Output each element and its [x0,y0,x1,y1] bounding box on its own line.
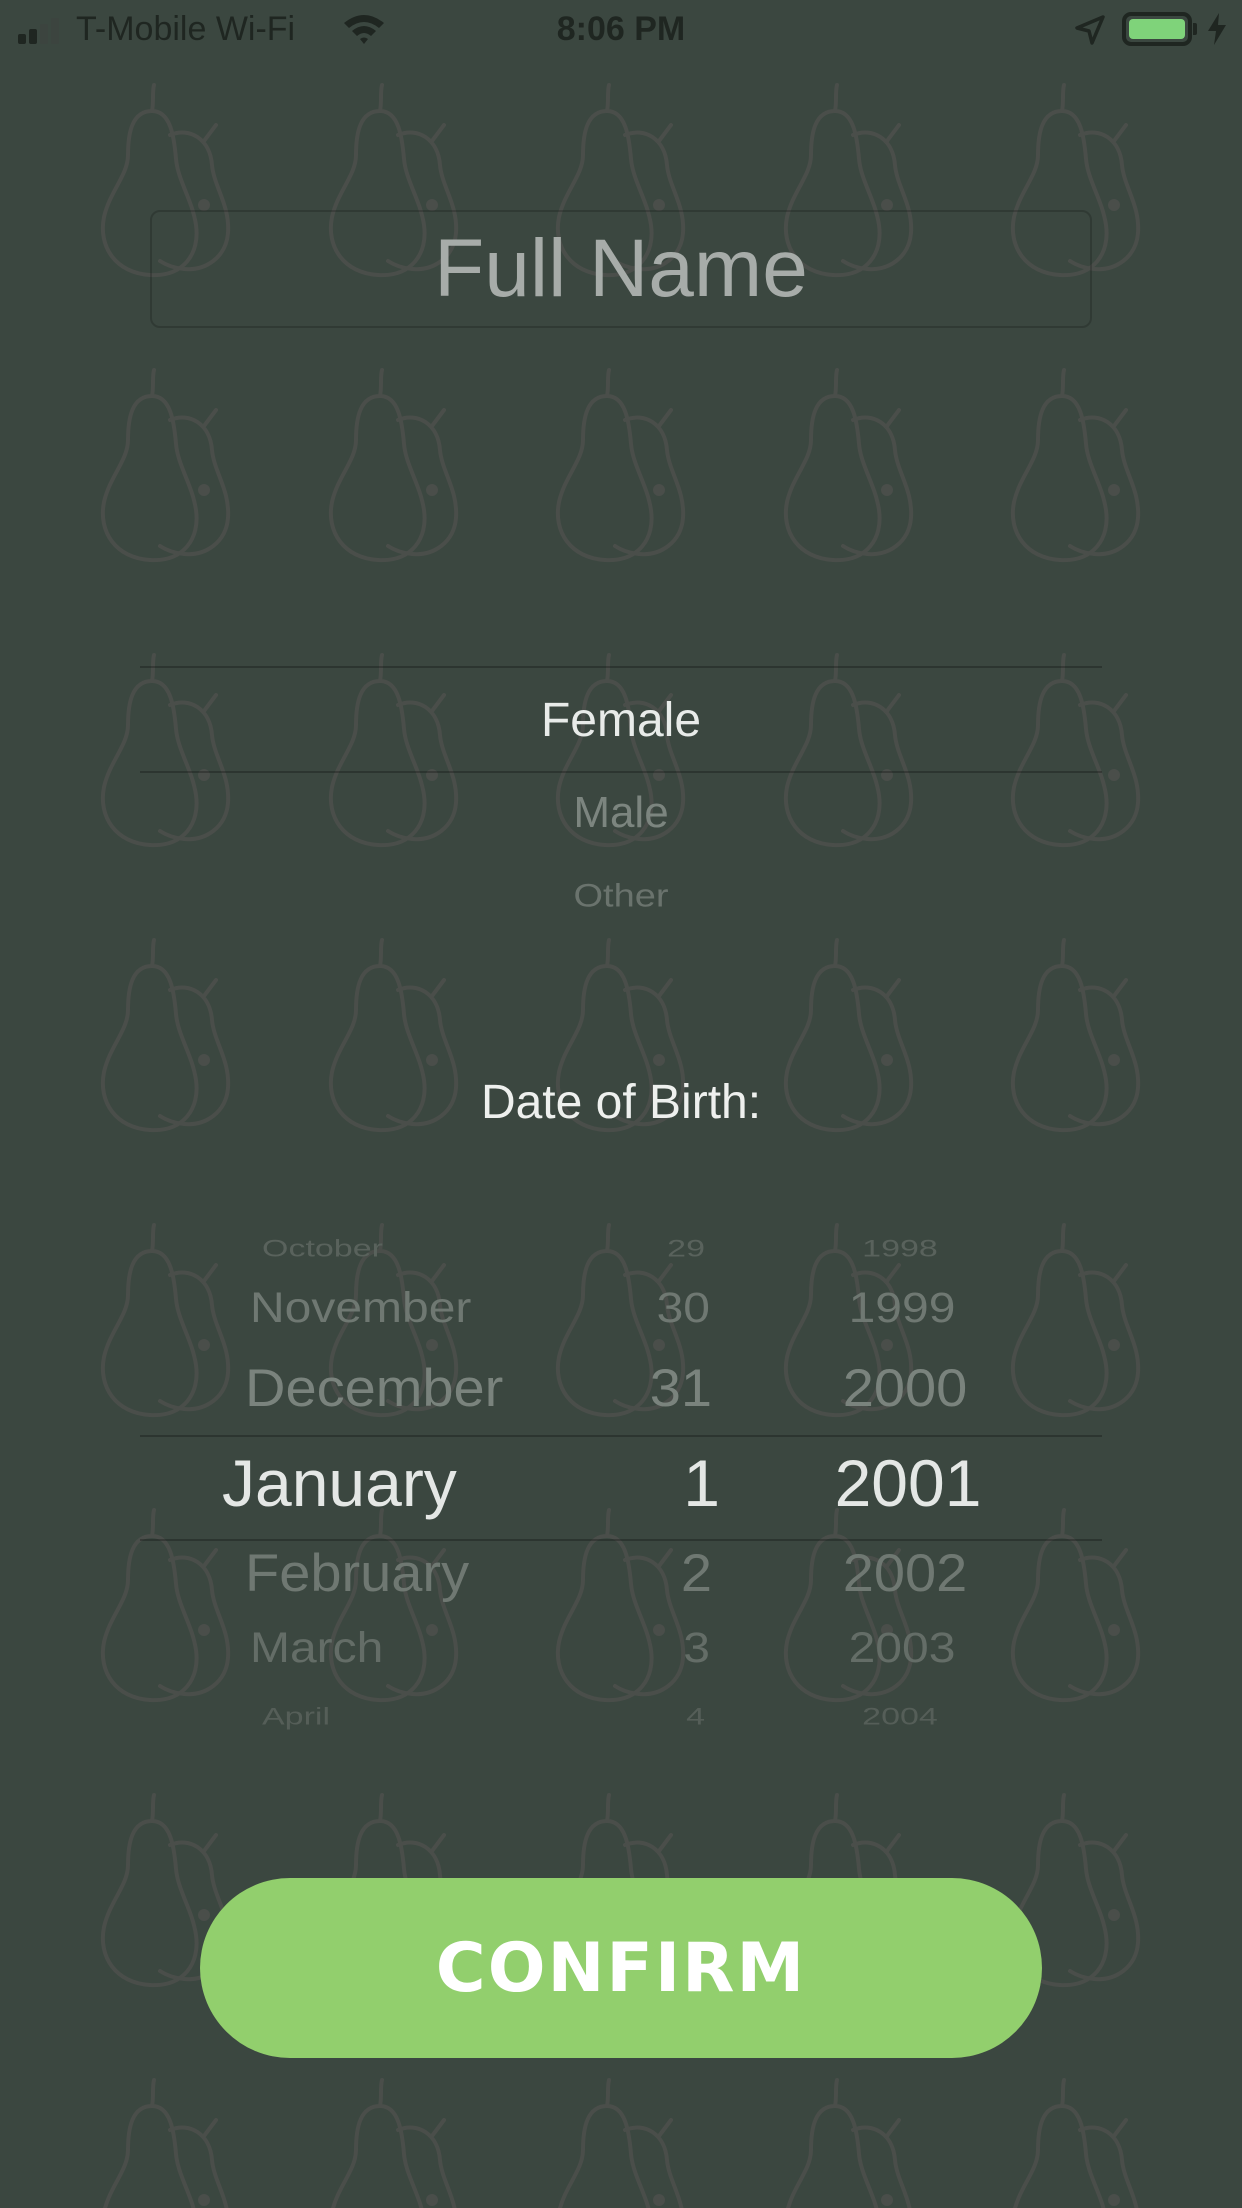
pear-icon [100,1223,231,1418]
month-option[interactable]: December [245,1361,503,1414]
pear-icon [555,368,686,563]
day-option-selected[interactable]: 1 [520,1450,720,1516]
year-option[interactable]: 2002 [795,1546,1015,1599]
day-option[interactable]: 31 [512,1361,712,1414]
pear-icon [1010,368,1141,563]
pear-icon [331,2078,457,2208]
month-option[interactable]: March [250,1627,383,1670]
year-option[interactable]: 1999 [792,1287,1012,1330]
month-option[interactable]: October [262,1237,383,1261]
pear-icon [103,2078,229,2208]
pear-icon [1010,1223,1141,1418]
year-option[interactable]: 1998 [790,1237,1010,1261]
pear-icon [328,368,459,563]
gender-option-female[interactable]: Female [0,693,1242,748]
pear-icon [558,2078,684,2208]
confirm-button[interactable]: CONFIRM [200,1878,1042,2058]
full-name-input[interactable]: Full Name [150,210,1092,328]
pear-icon [1013,2078,1139,2208]
battery-nub [1193,23,1197,35]
pear-icon [100,368,231,563]
gender-picker-top-line [140,666,1102,668]
year-option[interactable]: 2000 [795,1361,1015,1414]
full-name-placeholder: Full Name [434,223,808,314]
day-option[interactable]: 29 [505,1237,705,1261]
year-option-selected[interactable]: 2001 [798,1450,1018,1516]
location-arrow-icon [1075,15,1105,45]
year-option[interactable]: 2003 [792,1627,1012,1670]
month-option[interactable]: April [262,1705,330,1729]
gender-option-other[interactable]: Other [0,878,1242,915]
month-option[interactable]: February [245,1546,469,1599]
confirm-button-label: CONFIRM [435,1928,807,2008]
status-bar: T-Mobile Wi-Fi 8:06 PM [0,0,1242,60]
pear-icon [783,368,914,563]
date-of-birth-label: Date of Birth: [480,1076,762,1129]
date-picker-top-line [140,1435,1102,1437]
month-option[interactable]: November [250,1287,471,1330]
status-time: 8:06 PM [556,10,686,48]
day-option[interactable]: 3 [510,1627,710,1670]
charging-bolt-icon [1208,13,1226,45]
year-option[interactable]: 2004 [790,1705,1010,1729]
gender-option-male[interactable]: Male [0,788,1242,838]
day-option[interactable]: 2 [512,1546,712,1599]
pear-icon [786,2078,912,2208]
battery-icon [1122,12,1192,46]
gender-picker-bottom-line [140,771,1102,773]
day-option[interactable]: 4 [505,1705,705,1729]
day-option[interactable]: 30 [510,1287,710,1330]
date-picker-bottom-line [140,1539,1102,1541]
month-option-selected[interactable]: January [222,1450,457,1516]
